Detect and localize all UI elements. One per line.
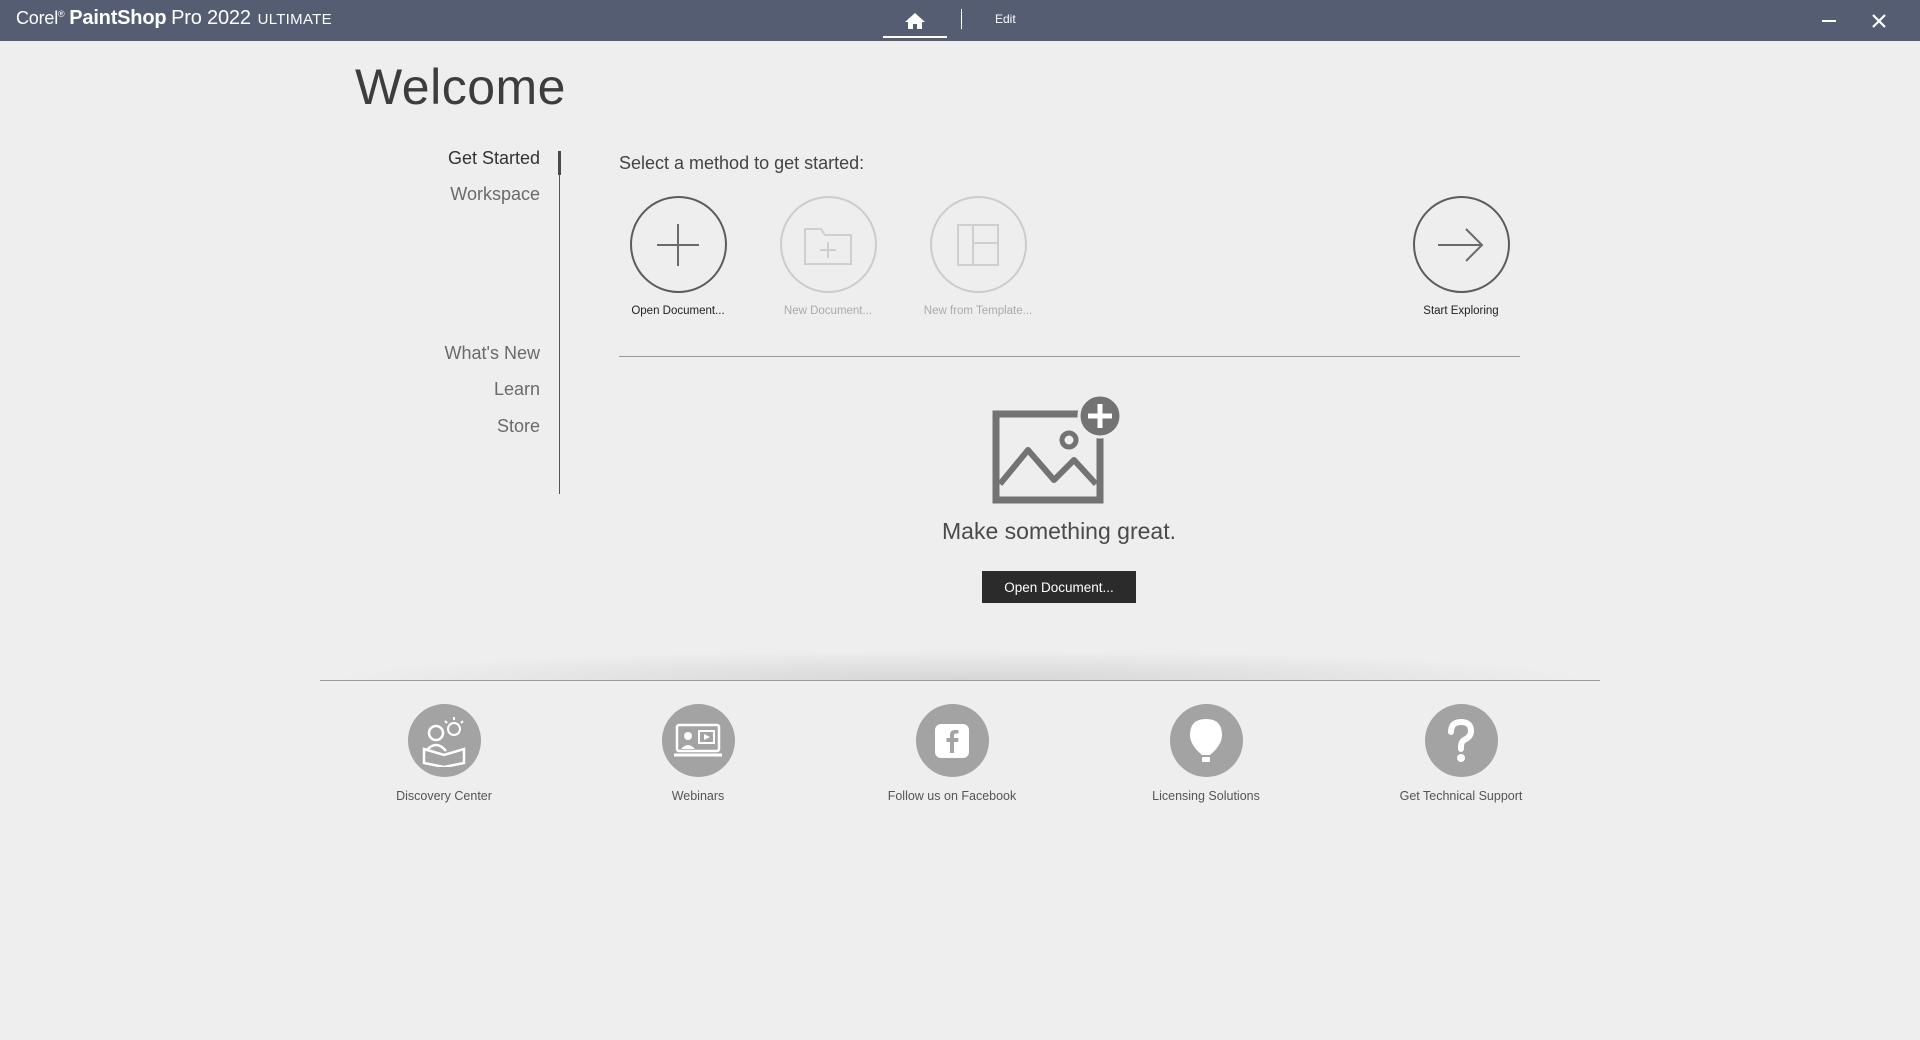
brand-registered-mark: ®: [58, 9, 65, 19]
nav-item-get-started[interactable]: Get Started: [448, 148, 540, 169]
open-document-method[interactable]: Open Document...: [603, 196, 753, 317]
facebook-circle: [915, 704, 989, 777]
home-icon: [905, 12, 925, 29]
facebook-label: Follow us on Facebook: [887, 789, 1017, 803]
webinars-circle: [661, 704, 735, 777]
new-folder-icon: [804, 227, 852, 265]
licensing-circle: [1169, 704, 1243, 777]
new-from-template-label: New from Template...: [923, 305, 1033, 317]
add-image-icon: [992, 394, 1123, 504]
minimize-icon: [1822, 20, 1836, 22]
resource-webinars[interactable]: Webinars: [598, 704, 798, 803]
nav-item-workspace[interactable]: Workspace: [450, 184, 540, 205]
brand-corel: Corel: [16, 8, 59, 28]
resource-discovery-center[interactable]: Discovery Center: [344, 704, 544, 803]
nav-item-learn[interactable]: Learn: [494, 379, 540, 400]
open-document-circle: [629, 196, 727, 293]
app-brand: Corel® PaintShop Pro 2022 ULTIMATE: [16, 7, 332, 30]
start-exploring-circle: [1412, 196, 1510, 293]
discovery-center-label: Discovery Center: [396, 789, 492, 803]
technical-support-circle: [1424, 704, 1498, 777]
methods-divider: [619, 356, 1520, 357]
active-tab-indicator: [883, 36, 947, 38]
help-icon: [1448, 718, 1475, 762]
open-document-label: Open Document...: [631, 305, 725, 317]
brand-version: Pro 2022: [171, 7, 251, 29]
resource-facebook[interactable]: Follow us on Facebook: [852, 704, 1052, 803]
plus-icon: [657, 223, 699, 266]
hero-tagline: Make something great.: [942, 518, 1176, 544]
brand-product-name: PaintShop: [69, 7, 167, 29]
template-icon: [957, 223, 999, 266]
technical-support-label: Get Technical Support: [1399, 789, 1523, 803]
licensing-solutions-label: Licensing Solutions: [1152, 789, 1260, 803]
arrow-right-icon: [1438, 227, 1484, 262]
section-shadow: [320, 650, 1600, 680]
minimize-button[interactable]: [1814, 6, 1844, 36]
nav-item-store[interactable]: Store: [497, 416, 540, 437]
facebook-icon: [935, 723, 969, 758]
resources-divider: [320, 680, 1600, 681]
new-from-template-circle: [929, 196, 1027, 293]
new-document-circle: [779, 196, 877, 293]
welcome-side-nav: Get Started Workspace What's New Learn S…: [380, 148, 561, 494]
tab-edit[interactable]: Edit: [995, 12, 1016, 26]
nav-item-whats-new[interactable]: What's New: [445, 343, 540, 364]
resource-technical-support[interactable]: Get Technical Support: [1361, 704, 1561, 803]
resource-licensing-solutions[interactable]: Licensing Solutions: [1106, 704, 1306, 803]
nav-rail: [559, 151, 560, 494]
webinars-icon: [674, 723, 722, 756]
tab-separator: [961, 9, 962, 29]
open-document-button[interactable]: Open Document...: [982, 571, 1136, 603]
start-exploring-label: Start Exploring: [1423, 305, 1499, 317]
tab-home[interactable]: [883, 0, 947, 41]
webinars-label: Webinars: [671, 789, 725, 803]
close-button[interactable]: [1864, 6, 1894, 36]
discovery-center-icon: [422, 716, 466, 767]
new-from-template-method[interactable]: New from Template...: [903, 196, 1053, 317]
page-title: Welcome: [355, 59, 566, 115]
title-bar: Corel® PaintShop Pro 2022 ULTIMATE Edit: [0, 0, 1920, 41]
licensing-icon: [1190, 718, 1222, 762]
close-icon: [1872, 14, 1886, 28]
start-exploring-method[interactable]: Start Exploring: [1386, 196, 1536, 317]
brand-edition: ULTIMATE: [257, 11, 332, 28]
new-document-label: New Document...: [783, 305, 873, 317]
method-prompt: Select a method to get started:: [619, 153, 865, 173]
nav-active-indicator: [558, 151, 561, 175]
discovery-center-circle: [407, 704, 481, 777]
new-document-method[interactable]: New Document...: [753, 196, 903, 317]
